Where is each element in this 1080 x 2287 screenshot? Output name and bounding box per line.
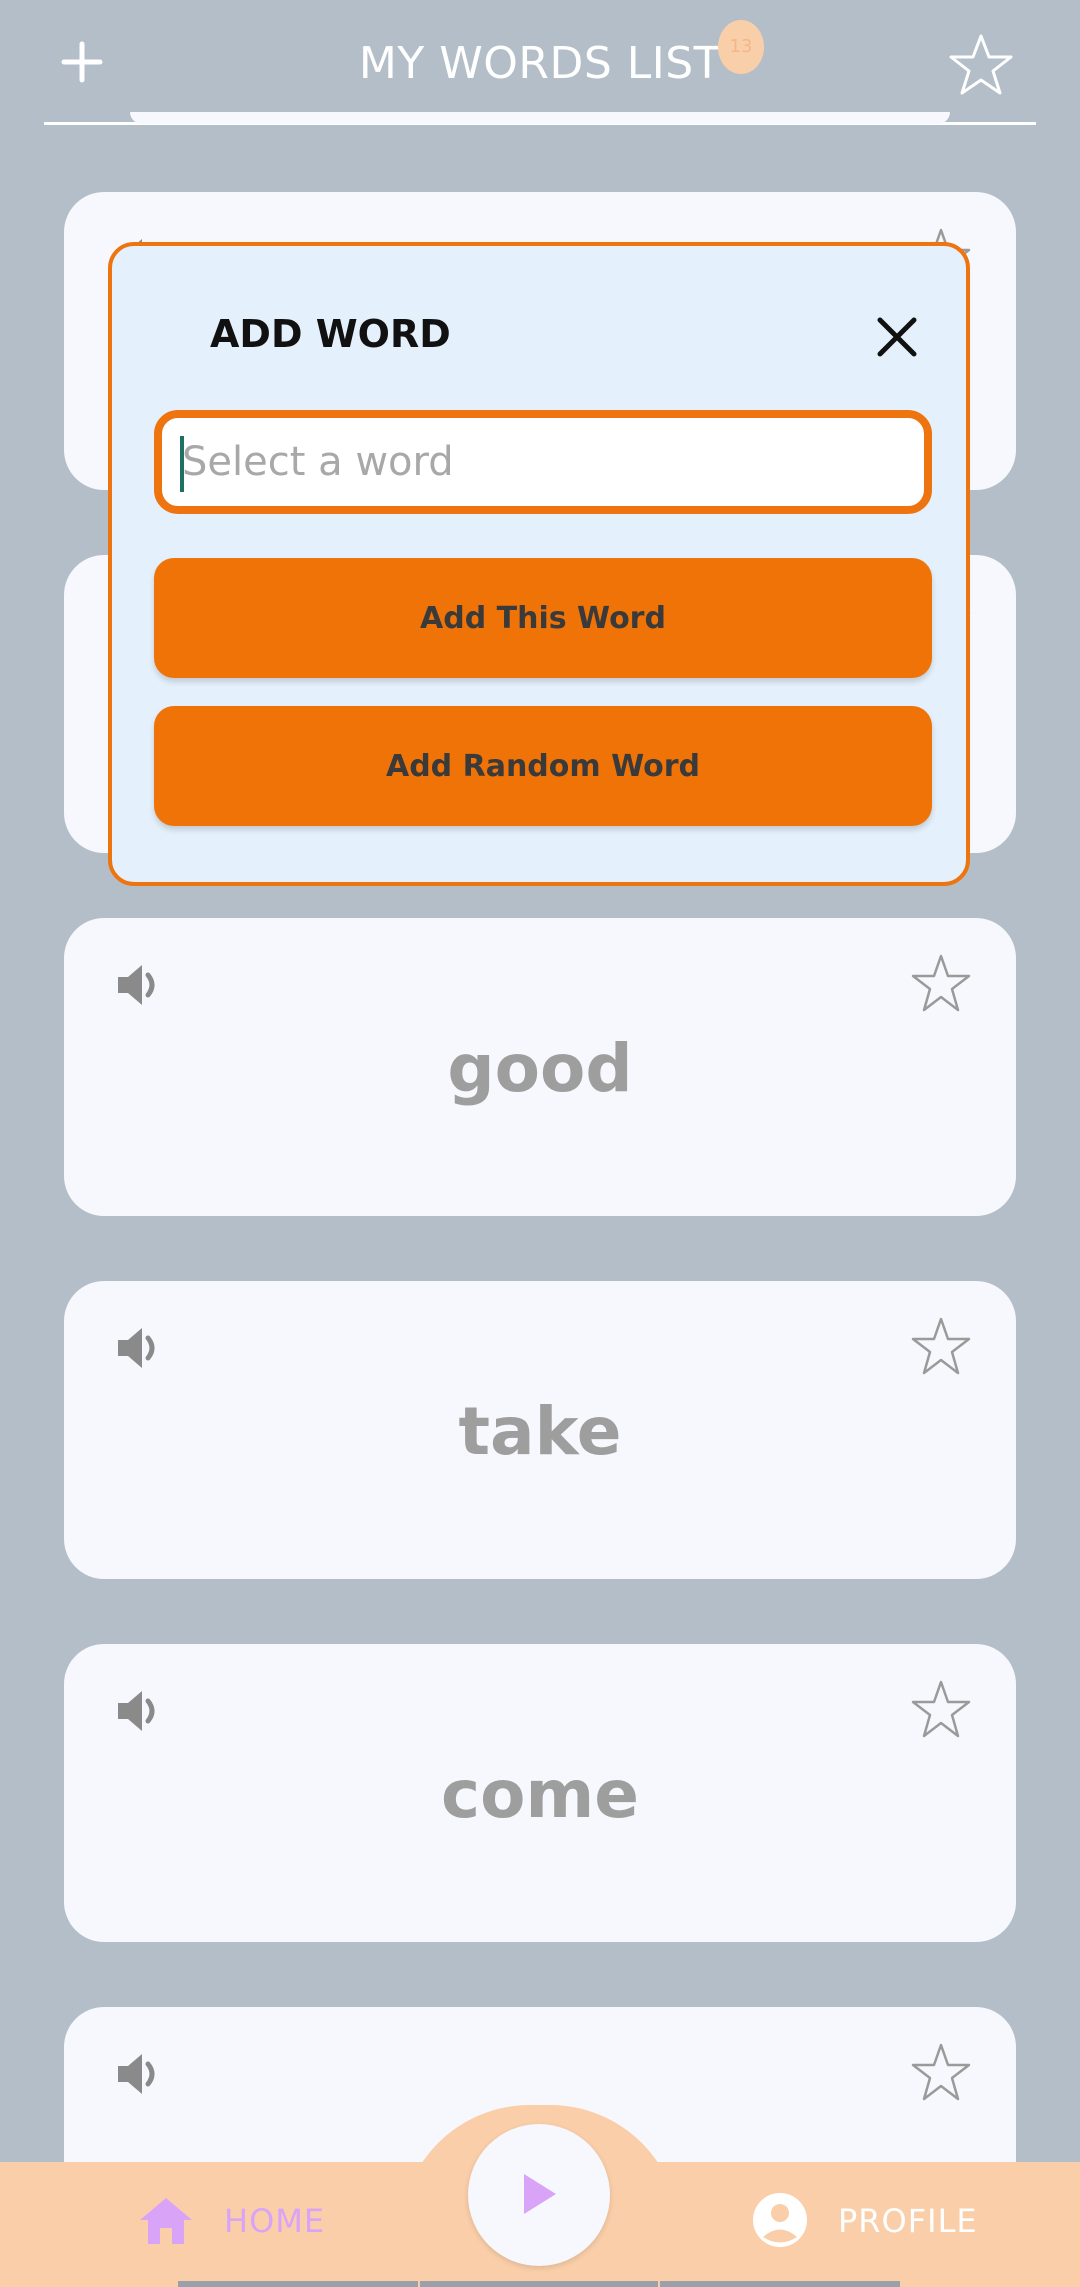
- star-icon[interactable]: [910, 1678, 972, 1740]
- word-count-badge: 13: [718, 20, 764, 74]
- play-icon: [524, 2174, 556, 2214]
- speaker-icon[interactable]: [112, 1321, 166, 1375]
- nav-profile-label: PROFILE: [838, 2202, 978, 2240]
- word-card[interactable]: take: [64, 1281, 1016, 1579]
- word-text: take: [458, 1393, 622, 1470]
- add-random-word-button[interactable]: Add Random Word: [154, 706, 932, 826]
- system-bar-segment: [178, 2281, 418, 2287]
- word-text: come: [441, 1756, 639, 1833]
- system-bar-segment: [420, 2281, 658, 2287]
- speaker-icon[interactable]: [112, 2047, 166, 2101]
- word-search-input[interactable]: [154, 410, 932, 514]
- add-this-word-button[interactable]: Add This Word: [154, 558, 932, 678]
- play-button[interactable]: [468, 2124, 610, 2266]
- dialog-title: ADD WORD: [210, 312, 451, 356]
- word-card[interactable]: good: [64, 918, 1016, 1216]
- favorites-star-icon[interactable]: [946, 30, 1016, 100]
- text-cursor: [180, 436, 184, 492]
- star-icon[interactable]: [910, 952, 972, 1014]
- word-card[interactable]: come: [64, 1644, 1016, 1942]
- speaker-icon[interactable]: [112, 1684, 166, 1738]
- star-icon[interactable]: [910, 1315, 972, 1377]
- nav-profile[interactable]: PROFILE: [752, 2192, 992, 2252]
- system-bar-segment: [660, 2281, 900, 2287]
- app-header: MY WORDS LIST 13: [44, 0, 1036, 125]
- home-icon: [140, 2198, 192, 2244]
- nav-home[interactable]: HOME: [138, 2192, 338, 2252]
- word-text: good: [447, 1030, 633, 1107]
- previous-card-edge: [130, 112, 950, 124]
- close-icon[interactable]: [872, 312, 922, 362]
- star-icon[interactable]: [910, 2041, 972, 2103]
- profile-icon: [753, 2193, 807, 2247]
- add-word-dialog: ADD WORD Add This Word Add Random Word: [108, 242, 970, 886]
- nav-home-label: HOME: [224, 2202, 326, 2240]
- speaker-icon[interactable]: [112, 958, 166, 1012]
- page-title: MY WORDS LIST: [358, 38, 722, 89]
